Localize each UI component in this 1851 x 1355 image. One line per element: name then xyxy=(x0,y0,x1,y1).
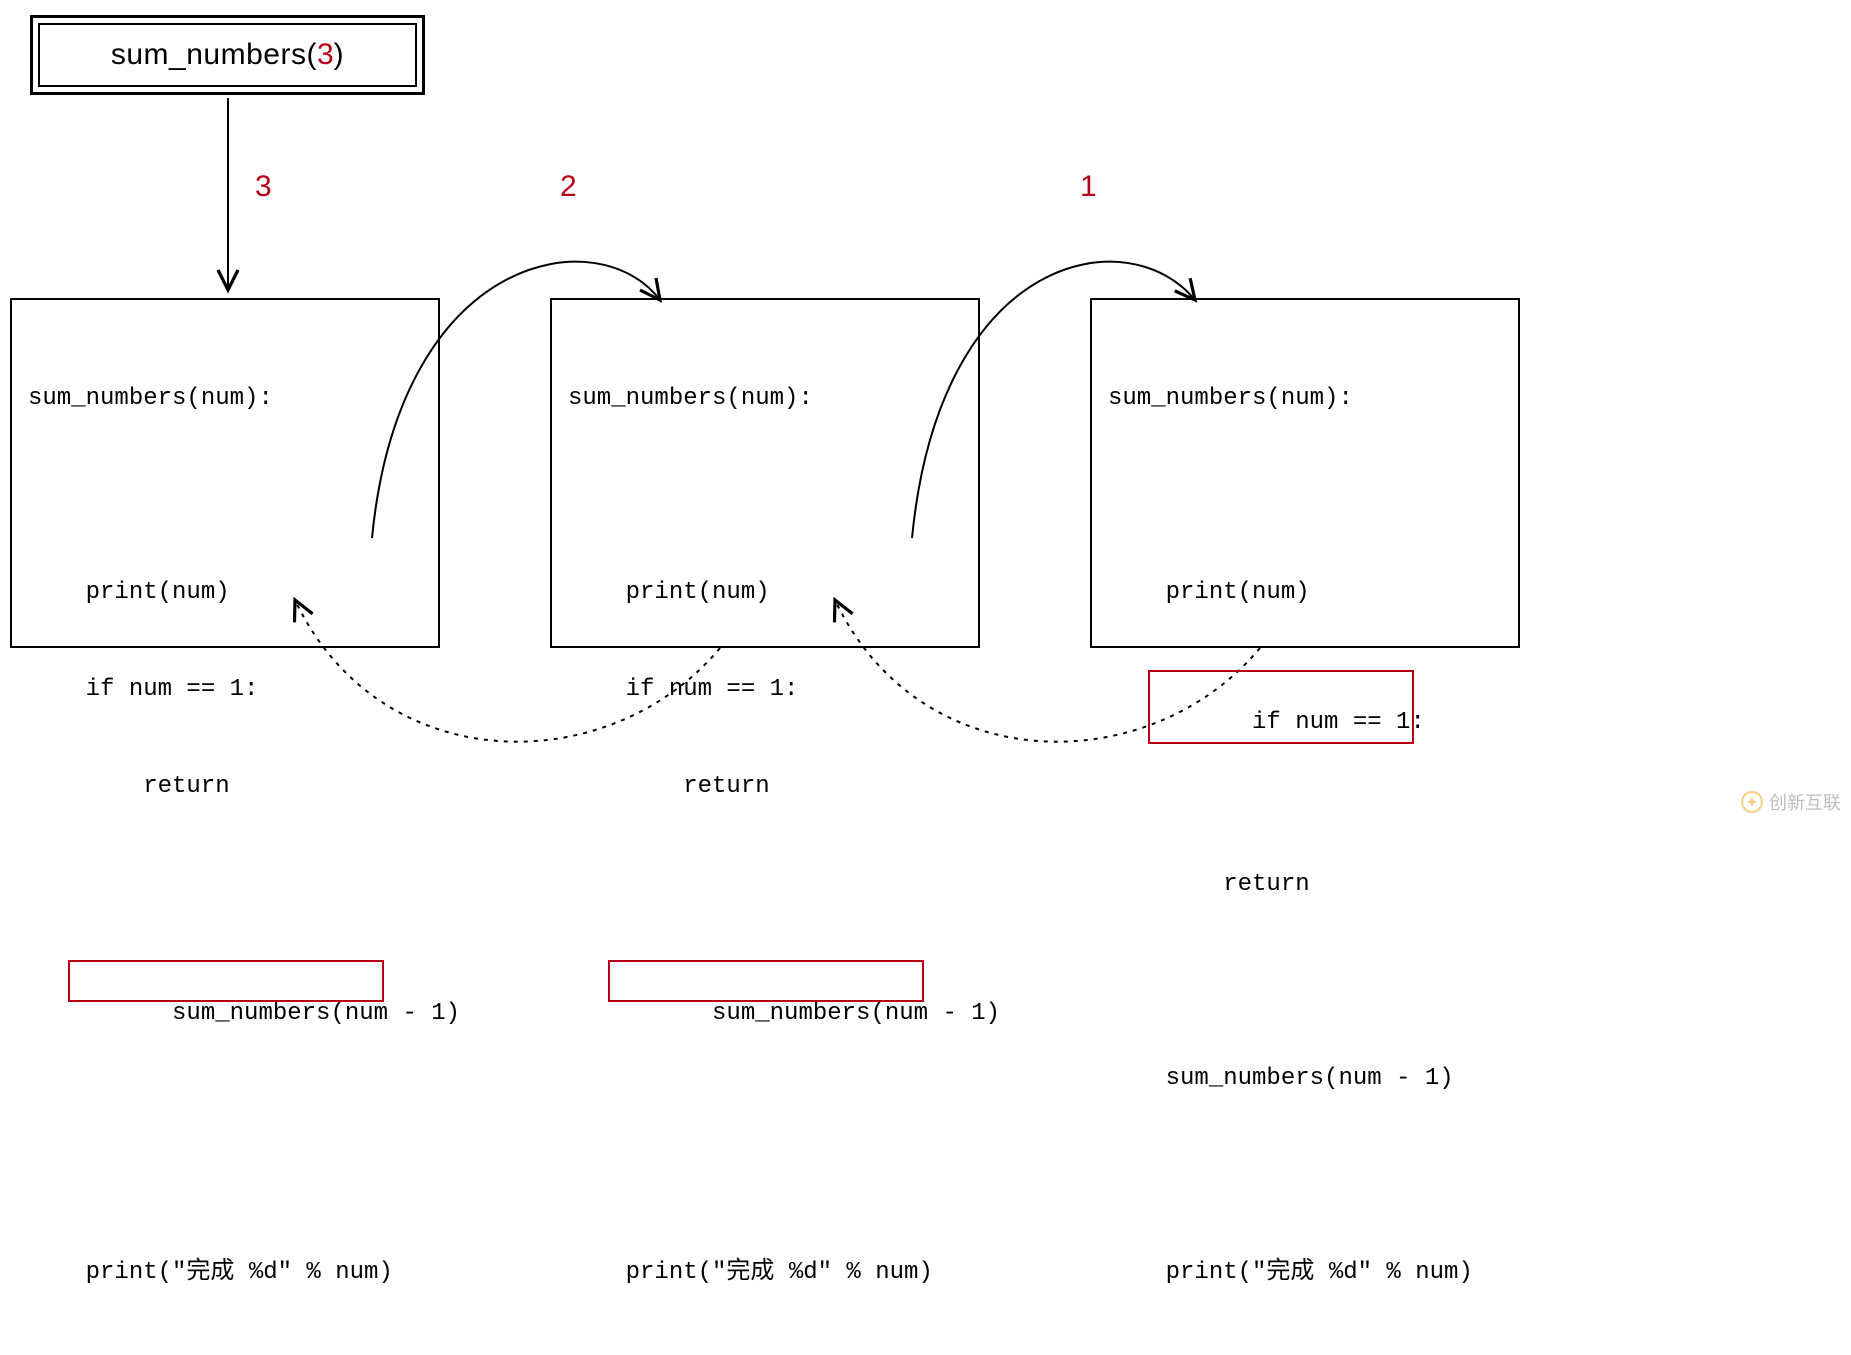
diagram-canvas: { "colors": { "accent": "#b80017", "bord… xyxy=(0,0,1851,821)
frame-2: sum_numbers(num): print(num) if num == 1… xyxy=(550,298,980,648)
frame1-highlight-box xyxy=(68,960,384,1002)
entry-arg: 3 xyxy=(317,38,334,72)
frame2-print-num: print(num) xyxy=(552,577,978,609)
frame2-return: return xyxy=(552,771,978,803)
frame1-print-num: print(num) xyxy=(12,577,438,609)
frame3-print-done: print("完成 %d" % num) xyxy=(1092,1257,1518,1289)
frame3-return: return xyxy=(1092,869,1518,901)
step-label-1: 1 xyxy=(1080,170,1097,204)
watermark: ✦ 创新互联 xyxy=(1741,789,1841,815)
step-label-2: 2 xyxy=(560,170,577,204)
frame3-recursive-call: sum_numbers(num - 1) xyxy=(1092,1063,1518,1095)
frame1-header: sum_numbers(num): xyxy=(12,383,438,415)
frame3-print-num: print(num) xyxy=(1092,577,1518,609)
frame3-header: sum_numbers(num): xyxy=(1092,383,1518,415)
frame1-if: if num == 1: xyxy=(12,674,438,706)
entry-call-text: sum_numbers(3) xyxy=(38,23,417,87)
watermark-logo-icon: ✦ xyxy=(1741,791,1763,813)
frame1-return: return xyxy=(12,771,438,803)
entry-call-box: sum_numbers(3) xyxy=(30,15,425,95)
frame-1: sum_numbers(num): print(num) if num == 1… xyxy=(10,298,440,648)
frame1-print-done: print("完成 %d" % num) xyxy=(12,1257,438,1289)
frame2-header: sum_numbers(num): xyxy=(552,383,978,415)
watermark-text: 创新互联 xyxy=(1769,789,1841,815)
frame2-if: if num == 1: xyxy=(552,674,978,706)
entry-fn-name: sum_numbers xyxy=(111,38,307,72)
frame3-highlight-box xyxy=(1148,670,1414,744)
frame2-highlight-box xyxy=(608,960,924,1002)
frame3-if-return: if num == 1: xyxy=(1092,674,1518,804)
frame-3: sum_numbers(num): print(num) if num == 1… xyxy=(1090,298,1520,648)
frame2-print-done: print("完成 %d" % num) xyxy=(552,1257,978,1289)
frame2-recursive-call: sum_numbers(num - 1) xyxy=(552,966,978,1096)
frame1-recursive-call: sum_numbers(num - 1) xyxy=(12,966,438,1096)
step-label-3: 3 xyxy=(255,170,272,204)
